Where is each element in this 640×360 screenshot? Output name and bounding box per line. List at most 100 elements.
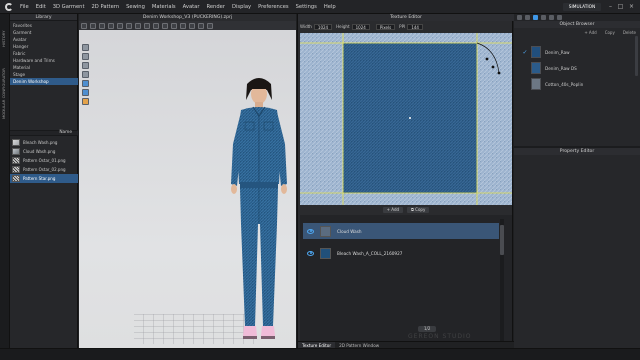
- library-item-material[interactable]: Material: [10, 64, 78, 71]
- status-bar: [0, 348, 640, 360]
- button-tool-icon[interactable]: [135, 22, 141, 29]
- topstitch-tool-icon[interactable]: [153, 22, 159, 29]
- page-indicator[interactable]: 1/2: [418, 326, 437, 332]
- file-item[interactable]: Bleach Wash.png: [10, 138, 78, 147]
- measure-tool-icon[interactable]: [126, 22, 132, 29]
- layer-icon[interactable]: [525, 15, 530, 20]
- file-item[interactable]: Pattern Star.png: [10, 174, 78, 183]
- file-label: Pattern Ostar_02.png: [23, 167, 66, 172]
- texture-canvas[interactable]: [300, 33, 512, 205]
- button-icon[interactable]: [541, 15, 546, 20]
- menu-file[interactable]: File: [20, 4, 29, 10]
- visibility-eye-icon[interactable]: [307, 228, 314, 234]
- copy-layer-button[interactable]: ⧉ Copy: [407, 207, 430, 213]
- library-item-avatar[interactable]: Avatar: [10, 36, 78, 43]
- object-browser-scrollbar[interactable]: [635, 36, 638, 76]
- tab-history[interactable]: HISTORY: [1, 19, 9, 59]
- move-tool-icon[interactable]: [90, 22, 96, 29]
- fabric-icon[interactable]: [533, 15, 538, 20]
- maximize-icon[interactable]: □: [617, 3, 624, 10]
- avatar-tool-icon[interactable]: [189, 22, 195, 29]
- graphic-tool-icon[interactable]: [171, 22, 177, 29]
- texture-editor-tabs: Texture Editor 2D Pattern Window: [298, 341, 514, 348]
- unit-select[interactable]: Pixels: [375, 23, 396, 30]
- object-browser-title: Object Browser: [514, 21, 640, 28]
- object-browser-actions: + Add Copy Delete: [514, 29, 640, 36]
- fabric-item[interactable]: ✓ Denim_Raw: [514, 44, 640, 60]
- library-item-stage[interactable]: Stage: [10, 71, 78, 78]
- menu-materials[interactable]: Materials: [152, 4, 176, 10]
- layer-row[interactable]: Bleach Wash_A_COLL_2160927: [303, 245, 499, 261]
- delete-fabric-button[interactable]: Delete: [623, 30, 636, 35]
- menu-2d-pattern[interactable]: 2D Pattern: [92, 4, 120, 10]
- library-item-garment[interactable]: Garment: [10, 29, 78, 36]
- show-avatar-icon[interactable]: [82, 89, 89, 96]
- copy-fabric-button[interactable]: Copy: [605, 30, 615, 35]
- file-thumbnail: [12, 157, 20, 164]
- menu-help[interactable]: Help: [324, 4, 336, 10]
- add-layer-button[interactable]: + Add: [382, 207, 404, 213]
- menu-avatar[interactable]: Avatar: [183, 4, 200, 10]
- library-item-favorites[interactable]: Favorites: [10, 22, 78, 29]
- sewing-tool-icon[interactable]: [117, 22, 123, 29]
- menu-edit[interactable]: Edit: [36, 4, 46, 10]
- texture-tool-icon[interactable]: [162, 22, 168, 29]
- width-field[interactable]: 1024: [313, 23, 333, 30]
- fold-tool-icon[interactable]: [108, 22, 114, 29]
- simulation-button[interactable]: SIMULATION: [563, 3, 601, 11]
- library-title: Library: [10, 14, 77, 21]
- topstitch-icon[interactable]: [549, 15, 554, 20]
- graphic-icon[interactable]: [557, 15, 562, 20]
- 3d-viewport[interactable]: Denim Workshop_V3 (PUCKERING).zprj: [79, 14, 296, 358]
- camera-tool-icon[interactable]: [198, 22, 204, 29]
- view-front-icon[interactable]: [82, 44, 89, 51]
- avatar-denim-outfit[interactable]: [219, 74, 299, 354]
- render-tool-icon[interactable]: [207, 22, 213, 29]
- object-browser-panel: Object Browser + Add Copy Delete ✓ Denim…: [514, 14, 640, 348]
- library-item-fabric[interactable]: Fabric: [10, 50, 78, 57]
- layer-thumbnail: [320, 225, 331, 237]
- layer-scrollbar-thumb[interactable]: [500, 225, 504, 255]
- view-back-icon[interactable]: [82, 53, 89, 60]
- add-fabric-button[interactable]: + Add: [584, 30, 596, 35]
- menu-preferences[interactable]: Preferences: [258, 4, 289, 10]
- garment-icon[interactable]: [517, 15, 522, 20]
- menu-display[interactable]: Display: [232, 4, 251, 10]
- file-item[interactable]: Pattern Ostar_02.png: [10, 165, 78, 174]
- library-item-hardware[interactable]: Hardware and Trims: [10, 57, 78, 64]
- layer-row[interactable]: Cloud Wash: [303, 223, 499, 239]
- file-thumbnail: [12, 139, 20, 146]
- tab-modular-configurator[interactable]: MODULAR CONFIGURATOR: [1, 64, 9, 124]
- library-item-hanger[interactable]: Hanger: [10, 43, 78, 50]
- file-label: Cloud Wash.png: [23, 149, 56, 154]
- zipper-tool-icon[interactable]: [144, 22, 150, 29]
- fabric-item[interactable]: Cotton_40s_Poplin: [514, 76, 640, 92]
- select-tool-icon[interactable]: [81, 22, 87, 29]
- file-item[interactable]: Pattern Ostar_01.png: [10, 156, 78, 165]
- close-icon[interactable]: ×: [628, 3, 635, 10]
- fabric-item[interactable]: Denim_Raw DS: [514, 60, 640, 76]
- file-thumbnail: [12, 148, 20, 155]
- minimize-icon[interactable]: –: [607, 3, 614, 10]
- menu-3d-garment[interactable]: 3D Garment: [53, 4, 85, 10]
- files-header-name[interactable]: Name: [10, 130, 78, 136]
- menu-render[interactable]: Render: [206, 4, 224, 10]
- trim-tool-icon[interactable]: [180, 22, 186, 29]
- menu-settings[interactable]: Settings: [296, 4, 317, 10]
- view-top-icon[interactable]: [82, 71, 89, 78]
- layer-label: Bleach Wash_A_COLL_2160927: [337, 250, 403, 256]
- watermark-text: GEREON STUDIO: [408, 333, 472, 340]
- ppi-field[interactable]: 144: [407, 23, 423, 30]
- show-texture-icon[interactable]: [82, 98, 89, 105]
- file-item[interactable]: Cloud Wash.png: [10, 147, 78, 156]
- fabric-swatch: [531, 62, 541, 74]
- texture-layer-list: Cloud Wash Bleach Wash_A_COLL_2160927: [300, 215, 512, 345]
- show-garment-icon[interactable]: [82, 80, 89, 87]
- height-field[interactable]: 1024: [351, 23, 370, 30]
- texture-size-fields: Width 1024 Height 1024 Pixels PPI 144: [300, 22, 512, 31]
- menu-sewing[interactable]: Sewing: [126, 4, 145, 10]
- library-item-denim-workshop[interactable]: Denim Workshop: [10, 78, 78, 85]
- pin-tool-icon[interactable]: [99, 22, 105, 29]
- visibility-eye-icon[interactable]: [307, 250, 314, 256]
- view-side-icon[interactable]: [82, 62, 89, 69]
